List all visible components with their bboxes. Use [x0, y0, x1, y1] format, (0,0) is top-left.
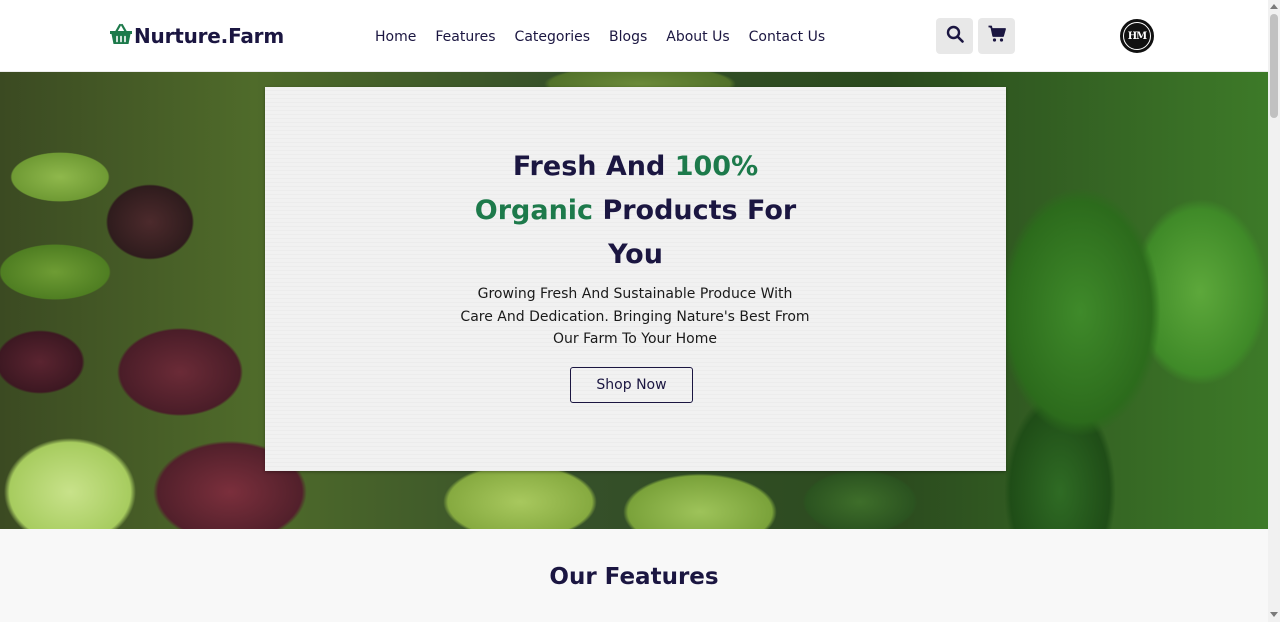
hero-title: Fresh And 100% Organic Products For You — [474, 151, 797, 270]
nav-categories[interactable]: Categories — [515, 27, 590, 47]
features-heading: Our Features — [549, 564, 719, 590]
logo[interactable]: Nurture.Farm — [109, 22, 284, 50]
main-nav: Home Features Categories Blogs About Us … — [375, 27, 844, 47]
shop-now-button[interactable]: Shop Now — [570, 367, 693, 403]
nav-about-us[interactable]: About Us — [666, 27, 729, 47]
logo-text: Nurture.Farm — [134, 24, 284, 48]
search-button[interactable] — [936, 18, 973, 54]
scrollbar-thumb[interactable] — [1270, 14, 1278, 118]
nav-home[interactable]: Home — [375, 27, 416, 47]
site-header: Nurture.Farm Home Features Categories Bl… — [0, 0, 1268, 72]
avatar-initials: HM — [1123, 22, 1151, 50]
hero-banner: Fresh And 100% Organic Products For You … — [0, 72, 1268, 529]
avatar[interactable]: HM — [1120, 19, 1154, 53]
basket-icon — [109, 23, 133, 49]
scroll-down-arrow-icon[interactable] — [1270, 612, 1278, 617]
cart-icon — [988, 25, 1006, 47]
hero-subtitle: Growing Fresh And Sustainable Produce Wi… — [460, 286, 810, 347]
hero-card: Fresh And 100% Organic Products For You … — [265, 87, 1006, 471]
nav-features[interactable]: Features — [435, 27, 495, 47]
cart-button[interactable] — [978, 18, 1015, 54]
search-icon — [946, 25, 964, 47]
nav-blogs[interactable]: Blogs — [609, 27, 647, 47]
nav-contact-us[interactable]: Contact Us — [749, 27, 825, 47]
scroll-up-arrow-icon[interactable] — [1270, 4, 1278, 9]
